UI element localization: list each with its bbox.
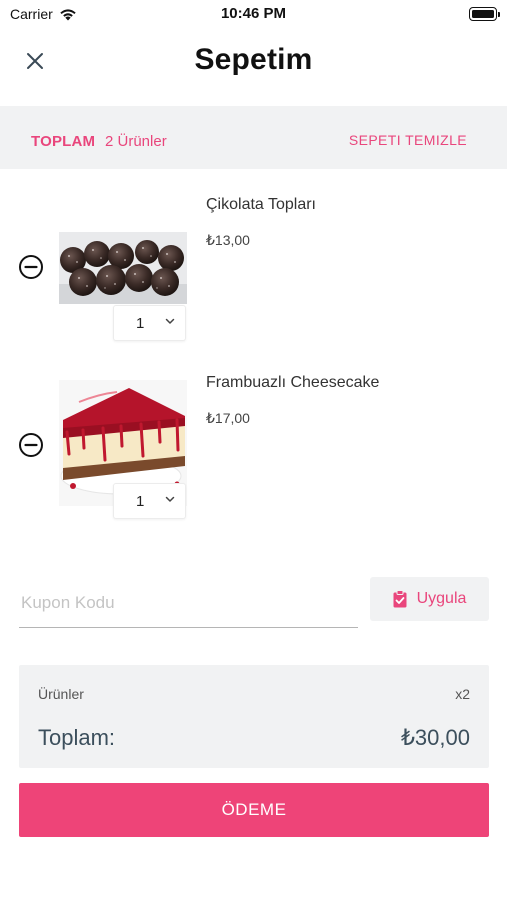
- order-totals-panel: Ürünler x2 Toplam: ₺30,00: [19, 665, 489, 768]
- cart-item: Çikolata Topları ₺13,00 1: [0, 170, 507, 348]
- status-bar: Carrier 10:46 PM: [0, 0, 507, 30]
- chevron-down-icon: [165, 496, 175, 502]
- quantity-dropdown[interactable]: 1: [113, 483, 186, 519]
- chocolate-balls-image: [59, 232, 187, 304]
- nav-bar: Sepetim: [0, 30, 507, 106]
- item-price: ₺17,00: [206, 410, 250, 426]
- status-time: 10:46 PM: [220, 5, 287, 22]
- summary-item-count: 2 Ürünler: [105, 133, 167, 150]
- checkout-button[interactable]: ÖDEME: [19, 783, 489, 837]
- coupon-code-input[interactable]: [19, 579, 358, 628]
- item-name: Frambuazlı Cheesecake: [206, 374, 380, 391]
- cart-item: Frambuazlı Cheesecake ₺17,00 1: [0, 348, 507, 526]
- products-count: x2: [455, 686, 470, 702]
- page-title: Sepetim: [194, 43, 313, 76]
- battery-icon: [469, 7, 500, 21]
- apply-coupon-button[interactable]: Uygula: [370, 577, 489, 621]
- item-name: Çikolata Topları: [206, 196, 316, 213]
- clipboard-check-icon: [393, 590, 407, 608]
- apply-coupon-label: Uygula: [416, 590, 467, 607]
- cart-summary-bar: TOPLAM 2 Ürünler SEPETI TEMIZLE: [0, 106, 507, 169]
- summary-total-label: TOPLAM: [31, 133, 96, 150]
- checkout-label: ÖDEME: [221, 800, 287, 819]
- total-value: ₺30,00: [400, 725, 470, 750]
- quantity-value: 1: [136, 493, 145, 510]
- remove-item-icon[interactable]: [18, 254, 44, 280]
- quantity-value: 1: [136, 315, 145, 332]
- total-label: Toplam:: [38, 725, 116, 750]
- remove-item-icon[interactable]: [18, 432, 44, 458]
- quantity-dropdown[interactable]: 1: [113, 305, 186, 341]
- clear-cart-button[interactable]: SEPETI TEMIZLE: [349, 132, 467, 148]
- item-price: ₺13,00: [206, 232, 250, 248]
- chevron-down-icon: [165, 318, 175, 324]
- products-label: Ürünler: [38, 686, 84, 702]
